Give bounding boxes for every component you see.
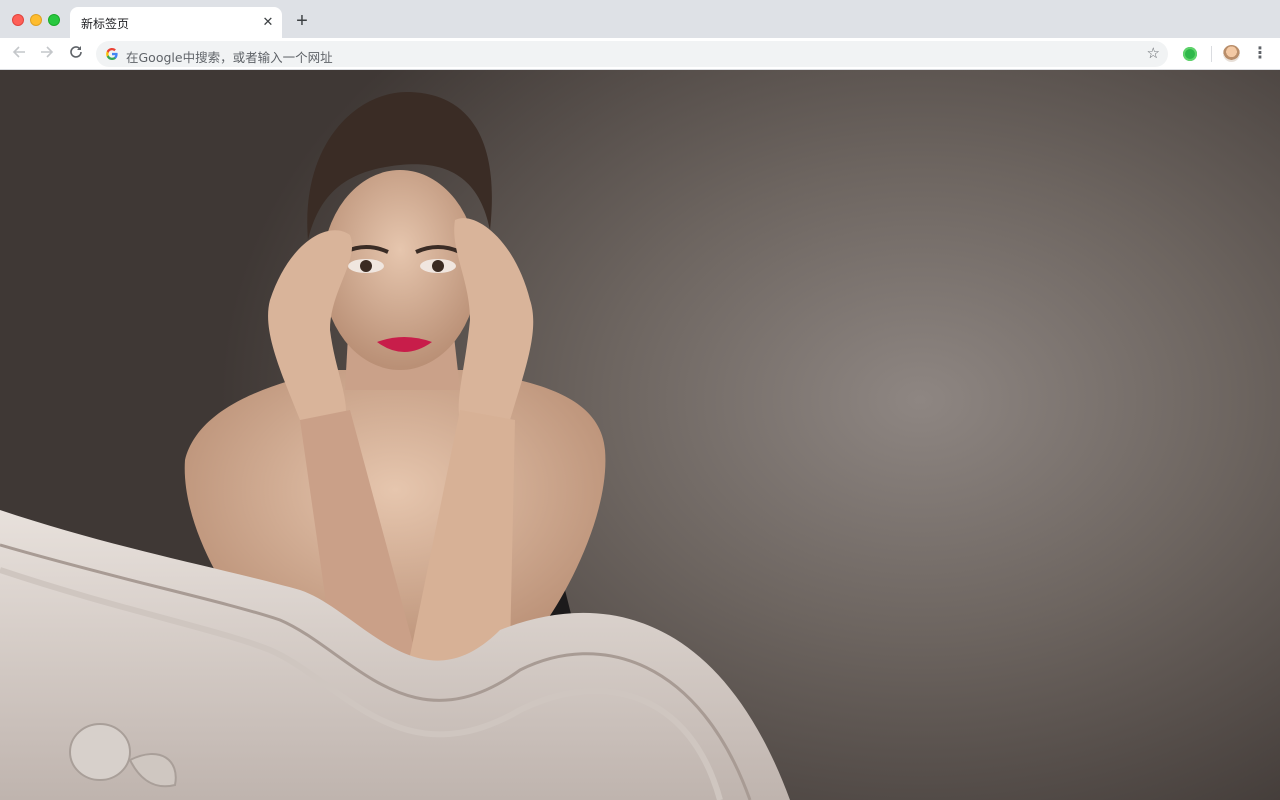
portrait-photo: [0, 91, 790, 800]
google-icon: [106, 48, 118, 60]
new-tab-button[interactable]: +: [292, 11, 312, 31]
address-bar-placeholder: 在Google中搜索，或者输入一个网址: [126, 50, 333, 65]
window-minimize-button[interactable]: [30, 14, 42, 26]
star-icon[interactable]: ☆: [1147, 44, 1160, 64]
address-bar[interactable]: 在Google中搜索，或者输入一个网址 ☆: [96, 41, 1168, 67]
reload-icon[interactable]: [67, 44, 85, 62]
extension-icon[interactable]: [1183, 47, 1197, 61]
tab-title: 新标签页: [81, 17, 130, 31]
toolbar: 在Google中搜索，或者输入一个网址 ☆ ⋮: [0, 38, 1280, 70]
wallpaper: [0, 70, 1280, 800]
toolbar-divider: [1211, 46, 1212, 62]
tab-close-icon[interactable]: ✕: [260, 14, 276, 30]
window-maximize-button[interactable]: [48, 14, 60, 26]
window-close-button[interactable]: [12, 14, 24, 26]
tab-new-tab[interactable]: 新标签页 ✕: [70, 7, 282, 38]
avatar[interactable]: [1223, 45, 1240, 62]
forward-icon[interactable]: [38, 44, 56, 62]
menu-icon[interactable]: ⋮: [1252, 44, 1268, 64]
title-bar: 新标签页 ✕ +: [0, 0, 1280, 38]
back-icon[interactable]: [10, 44, 28, 62]
